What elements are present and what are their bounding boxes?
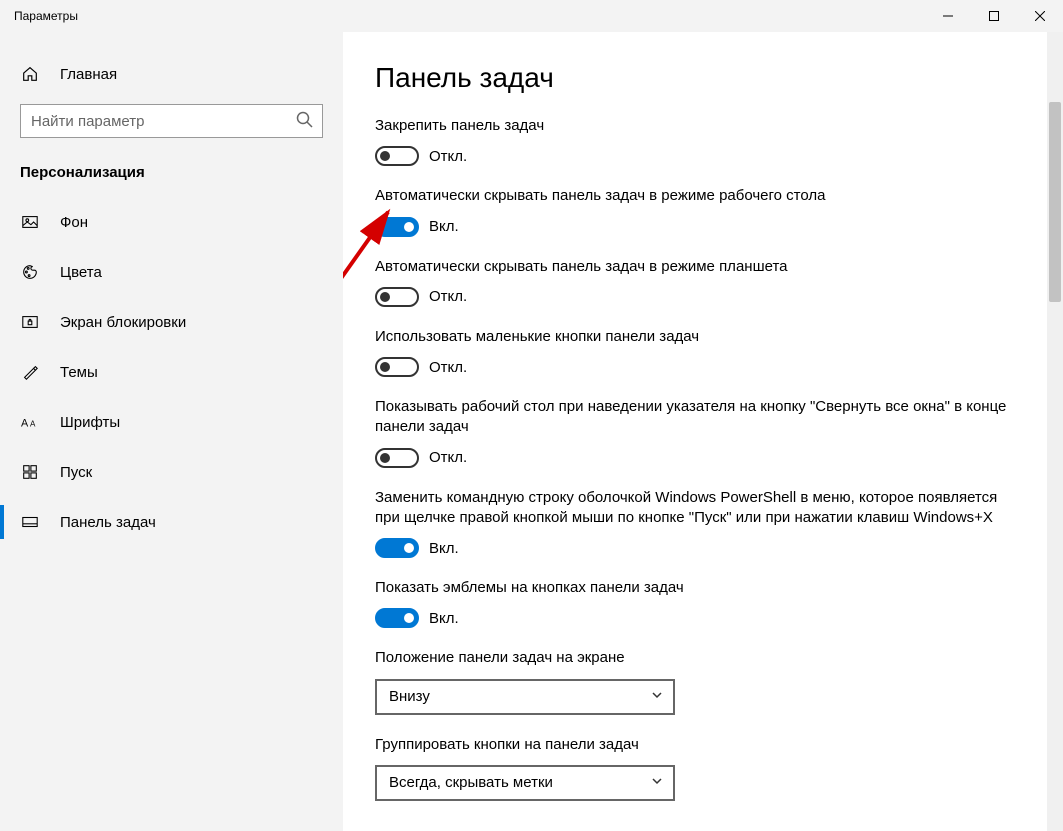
sidebar-item-fonts[interactable]: AA Шрифты xyxy=(0,397,343,447)
sidebar-item-start[interactable]: Пуск xyxy=(0,447,343,497)
start-icon xyxy=(20,462,40,482)
setting-label: Показать эмблемы на кнопках панели задач xyxy=(375,578,1015,598)
chevron-down-icon xyxy=(651,688,663,706)
toggle-state: Вкл. xyxy=(429,540,459,557)
toggle-powershell-replace[interactable] xyxy=(375,538,419,558)
lockscreen-icon xyxy=(20,312,40,332)
setting-badges: Показать эмблемы на кнопках панели задач… xyxy=(375,578,1015,628)
svg-text:A: A xyxy=(30,420,36,429)
fonts-icon: AA xyxy=(20,412,40,432)
sidebar: Главная Персонализация Фон Цвета Экран б… xyxy=(0,32,343,831)
setting-autohide-desktop: Автоматически скрывать панель задач в ре… xyxy=(375,186,1015,236)
sidebar-home[interactable]: Главная xyxy=(0,52,343,96)
toggle-peek-desktop[interactable] xyxy=(375,448,419,468)
window-controls xyxy=(925,0,1063,32)
toggle-autohide-desktop[interactable] xyxy=(375,217,419,237)
scrollbar-thumb[interactable] xyxy=(1049,102,1061,302)
setting-lock-taskbar: Закрепить панель задач Откл. xyxy=(375,116,1015,166)
sidebar-item-label: Пуск xyxy=(60,464,92,481)
chevron-down-icon xyxy=(651,774,663,792)
taskbar-icon xyxy=(20,512,40,532)
setting-label: Использовать маленькие кнопки панели зад… xyxy=(375,327,1015,347)
svg-text:A: A xyxy=(21,418,29,430)
titlebar: Параметры xyxy=(0,0,1063,32)
setting-label: Автоматически скрывать панель задач в ре… xyxy=(375,186,1015,206)
setting-label: Положение панели задач на экране xyxy=(375,648,1015,668)
toggle-state: Вкл. xyxy=(429,610,459,627)
sidebar-item-label: Цвета xyxy=(60,264,102,281)
sidebar-item-label: Панель задач xyxy=(60,514,156,531)
toggle-state: Откл. xyxy=(429,148,467,165)
sidebar-item-background[interactable]: Фон xyxy=(0,197,343,247)
picture-icon xyxy=(20,212,40,232)
sidebar-item-colors[interactable]: Цвета xyxy=(0,247,343,297)
home-icon xyxy=(20,64,40,84)
toggle-badges[interactable] xyxy=(375,608,419,628)
setting-label: Показывать рабочий стол при наведении ук… xyxy=(375,397,1015,438)
setting-label: Группировать кнопки на панели задач xyxy=(375,735,1015,755)
select-taskbar-position[interactable]: Внизу xyxy=(375,679,675,715)
window-title: Параметры xyxy=(14,9,78,23)
setting-label: Закрепить панель задач xyxy=(375,116,1015,136)
sidebar-item-taskbar[interactable]: Панель задач xyxy=(0,497,343,547)
content-area: Панель задач Закрепить панель задач Откл… xyxy=(343,32,1063,831)
maximize-button[interactable] xyxy=(971,0,1017,32)
toggle-lock-taskbar[interactable] xyxy=(375,146,419,166)
sidebar-item-label: Темы xyxy=(60,364,98,381)
palette-icon xyxy=(20,262,40,282)
toggle-state: Откл. xyxy=(429,288,467,305)
select-combine-buttons[interactable]: Всегда, скрывать метки xyxy=(375,765,675,801)
setting-label: Автоматически скрывать панель задач в ре… xyxy=(375,257,1015,277)
sidebar-item-lockscreen[interactable]: Экран блокировки xyxy=(0,297,343,347)
toggle-small-buttons[interactable] xyxy=(375,357,419,377)
sidebar-item-label: Экран блокировки xyxy=(60,314,186,331)
close-button[interactable] xyxy=(1017,0,1063,32)
toggle-state: Вкл. xyxy=(429,218,459,235)
sidebar-item-label: Фон xyxy=(60,214,88,231)
sidebar-section-title: Персонализация xyxy=(0,154,343,197)
setting-autohide-tablet: Автоматически скрывать панель задач в ре… xyxy=(375,257,1015,307)
search-input[interactable] xyxy=(20,104,323,138)
setting-label: Заменить командную строку оболочкой Wind… xyxy=(375,488,1015,529)
vertical-scrollbar[interactable] xyxy=(1047,32,1063,831)
search-box xyxy=(20,104,323,138)
toggle-state: Откл. xyxy=(429,359,467,376)
select-value: Всегда, скрывать метки xyxy=(389,774,553,791)
setting-combine-buttons: Группировать кнопки на панели задач Всег… xyxy=(375,735,1015,801)
sidebar-item-themes[interactable]: Темы xyxy=(0,347,343,397)
themes-icon xyxy=(20,362,40,382)
setting-peek-desktop: Показывать рабочий стол при наведении ук… xyxy=(375,397,1015,468)
page-title: Панель задач xyxy=(375,62,1023,94)
setting-powershell-replace: Заменить командную строку оболочкой Wind… xyxy=(375,488,1015,559)
toggle-state: Откл. xyxy=(429,449,467,466)
minimize-button[interactable] xyxy=(925,0,971,32)
select-value: Внизу xyxy=(389,688,430,705)
setting-taskbar-position: Положение панели задач на экране Внизу xyxy=(375,648,1015,714)
sidebar-item-label: Шрифты xyxy=(60,414,120,431)
sidebar-home-label: Главная xyxy=(60,66,117,83)
toggle-autohide-tablet[interactable] xyxy=(375,287,419,307)
setting-small-buttons: Использовать маленькие кнопки панели зад… xyxy=(375,327,1015,377)
